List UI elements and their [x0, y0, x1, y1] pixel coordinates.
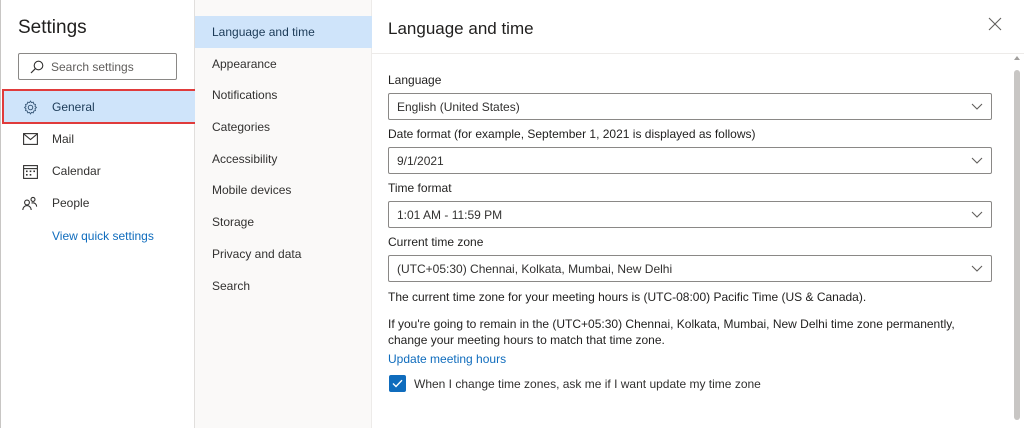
date-format-label: Date format (for example, September 1, 2…	[388, 127, 756, 141]
search-settings-input[interactable]: Search settings	[18, 53, 177, 80]
mail-icon	[22, 131, 38, 147]
panel-scrollbar[interactable]	[1012, 56, 1022, 428]
sidebar-item-label: Mail	[52, 132, 75, 146]
page-title: Language and time	[388, 19, 534, 38]
view-quick-settings-link[interactable]: View quick settings	[52, 229, 154, 243]
meeting-hours-note: The current time zone for your meeting h…	[388, 290, 867, 304]
chevron-down-icon	[971, 103, 983, 110]
time-format-value: 1:01 AM - 11:59 PM	[397, 207, 503, 222]
people-icon	[22, 195, 38, 211]
remain-note-line-1: If you're going to remain in the (UTC+05…	[388, 317, 955, 331]
calendar-icon	[22, 163, 38, 179]
sidebar-item-general[interactable]: General	[2, 91, 195, 123]
search-icon	[30, 60, 44, 73]
chevron-down-icon	[971, 157, 983, 164]
language-and-time-panel: Language and time Language English (Unit…	[372, 0, 1024, 428]
window-edge	[0, 0, 1, 428]
subnav-item-accessibility[interactable]: Accessibility	[195, 143, 372, 175]
subnav-item-mobile-devices[interactable]: Mobile devices	[195, 174, 372, 206]
time-zone-prompt-checkbox[interactable]	[389, 375, 406, 392]
subnav-item-privacy-and-data[interactable]: Privacy and data	[195, 238, 372, 270]
sidebar-item-label: People	[52, 196, 90, 210]
time-zone-prompt-label: When I change time zones, ask me if I wa…	[414, 377, 761, 391]
time-zone-dropdown[interactable]: (UTC+05:30) Chennai, Kolkata, Mumbai, Ne…	[388, 255, 992, 282]
gear-icon	[22, 99, 38, 115]
date-format-dropdown[interactable]: 9/1/2021	[388, 147, 992, 174]
subnav-item-storage[interactable]: Storage	[195, 206, 372, 238]
subnav-item-search[interactable]: Search	[195, 270, 372, 302]
subnav-item-categories[interactable]: Categories	[195, 111, 372, 143]
language-value: English (United States)	[397, 99, 520, 114]
subnav-item-language-and-time[interactable]: Language and time	[195, 16, 372, 48]
date-format-value: 9/1/2021	[397, 153, 444, 168]
time-zone-value: (UTC+05:30) Chennai, Kolkata, Mumbai, Ne…	[397, 261, 673, 276]
settings-title: Settings	[18, 17, 87, 38]
sidebar-item-mail[interactable]: Mail	[2, 123, 195, 155]
general-subnav: Language and time Appearance Notificatio…	[195, 0, 372, 428]
scroll-up-arrow-icon[interactable]	[1014, 56, 1020, 60]
scroll-thumb[interactable]	[1014, 70, 1020, 420]
time-format-label: Time format	[388, 181, 452, 195]
settings-sidebar: Settings Search settings General Mail Ca…	[0, 0, 195, 428]
update-meeting-hours-link[interactable]: Update meeting hours	[388, 352, 506, 366]
chevron-down-icon	[971, 265, 983, 272]
checkmark-icon	[392, 379, 403, 388]
header-divider	[372, 53, 1024, 54]
sidebar-item-people[interactable]: People	[2, 187, 195, 219]
time-format-dropdown[interactable]: 1:01 AM - 11:59 PM	[388, 201, 992, 228]
sidebar-item-calendar[interactable]: Calendar	[2, 155, 195, 187]
subnav-item-appearance[interactable]: Appearance	[195, 48, 372, 80]
sidebar-item-label: Calendar	[52, 164, 101, 178]
close-button[interactable]	[988, 17, 1004, 33]
subnav-item-notifications[interactable]: Notifications	[195, 79, 372, 111]
chevron-down-icon	[971, 211, 983, 218]
search-placeholder: Search settings	[51, 59, 134, 74]
language-dropdown[interactable]: English (United States)	[388, 93, 992, 120]
remain-note-line-2: change your meeting hours to match that …	[388, 333, 665, 347]
close-icon	[988, 17, 1002, 31]
time-zone-label: Current time zone	[388, 235, 484, 249]
sidebar-item-label: General	[52, 100, 95, 114]
language-label: Language	[388, 73, 442, 87]
